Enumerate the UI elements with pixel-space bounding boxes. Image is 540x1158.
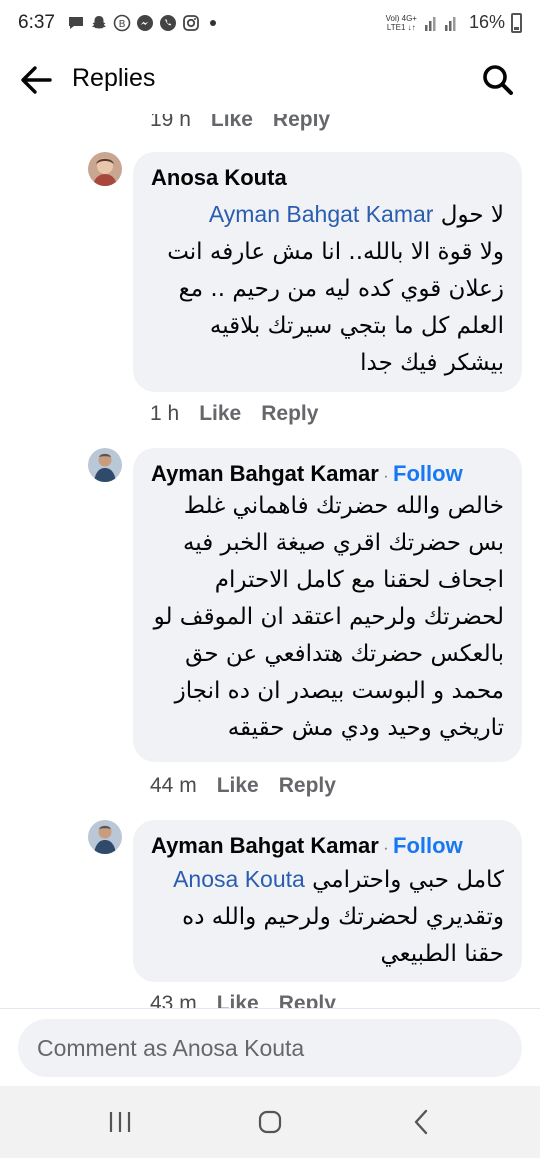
avatar[interactable] — [88, 820, 122, 854]
page-title: Replies — [72, 64, 156, 92]
separator-dot: · — [378, 840, 394, 857]
messenger-icon — [135, 13, 154, 32]
back-button[interactable] — [16, 60, 56, 100]
avatar[interactable] — [88, 448, 122, 482]
comment-composer-bar: Comment as Anosa Kouta — [0, 1008, 540, 1086]
home-button[interactable] — [250, 1104, 290, 1140]
comment-input[interactable]: Comment as Anosa Kouta — [18, 1019, 522, 1077]
comment-time: 1 h — [150, 402, 180, 425]
avatar[interactable] — [88, 152, 122, 186]
reply-button[interactable]: Reply — [261, 402, 318, 426]
mention-link[interactable]: Ayman Bahgat Kamar — [209, 201, 434, 227]
comment-actions: 44 m Like Reply — [150, 774, 336, 798]
search-icon — [483, 65, 513, 95]
comment-author[interactable]: Anosa Kouta — [151, 165, 287, 191]
comment-bubble[interactable]: Ayman Bahgat Kamar · Follow كامل حبي واح… — [133, 820, 522, 982]
comment-actions: 1 h Like Reply — [150, 402, 318, 426]
recent-apps-button[interactable] — [100, 1104, 140, 1140]
comment-bubble[interactable]: Ayman Bahgat Kamar · Follow خالص والله ح… — [133, 448, 522, 762]
arrow-left-icon — [21, 66, 52, 94]
svg-text:B: B — [118, 19, 125, 30]
comment-bubble[interactable]: Anosa Kouta لا حول Ayman Bahgat Kamar ول… — [133, 152, 522, 392]
notification-icons: B — [66, 13, 216, 32]
back-nav-button[interactable] — [402, 1104, 442, 1140]
separator-dot: · — [378, 468, 394, 485]
comment-text: خالص والله حضرتك فاهماني غلط بس حضرتك اق… — [153, 493, 504, 741]
search-button[interactable] — [478, 60, 518, 100]
comment-input-placeholder: Comment as Anosa Kouta — [37, 1035, 305, 1061]
comment-time: 19 h — [150, 114, 191, 131]
like-button[interactable]: Like — [217, 774, 259, 798]
reply-button[interactable]: Reply — [279, 774, 336, 798]
battery-percent: 16% — [468, 12, 505, 32]
comment-time: 43 m — [150, 992, 197, 1008]
battery-icon — [511, 12, 522, 33]
replies-list[interactable]: 19 h Like Reply Anosa Kouta لا حول Ayman… — [0, 114, 540, 1008]
message-bubble-icon — [66, 13, 85, 32]
signal-icon — [424, 16, 456, 31]
system-indicators: Vol) 4G+ LTE1 ↓↑ 16% — [386, 12, 522, 33]
comment-text: لا حول Ayman Bahgat Kamar ولا قوة الا با… — [167, 201, 504, 376]
like-button[interactable]: Like — [217, 992, 259, 1008]
status-bar: 6:37 B Vol) 4G+ LTE1 ↓↑ 16% — [0, 0, 540, 48]
snapchat-icon — [89, 13, 108, 32]
home-icon — [258, 1110, 282, 1134]
comment-author[interactable]: Ayman Bahgat Kamar · Follow — [151, 461, 463, 487]
top-app-bar: Replies — [0, 48, 540, 114]
comment-time: 44 m — [150, 774, 197, 797]
comment-actions: 43 m Like Reply — [150, 992, 336, 1008]
reply-button[interactable]: Reply — [279, 992, 336, 1008]
chevron-left-icon — [414, 1109, 428, 1135]
like-button[interactable]: Like — [199, 402, 241, 426]
system-navigation-bar — [0, 1086, 540, 1158]
comment-author[interactable]: Ayman Bahgat Kamar · Follow — [151, 833, 463, 859]
bitcoin-icon: B — [112, 13, 131, 32]
previous-comment-actions: 19 h Like Reply — [150, 114, 330, 132]
like-button[interactable]: Like — [211, 114, 253, 132]
status-time: 6:37 — [18, 12, 55, 33]
network-label: Vol) 4G+ LTE1 ↓↑ — [385, 13, 417, 32]
instagram-icon — [181, 13, 200, 32]
more-notifications-dot-icon — [210, 19, 216, 26]
comment-text: كامل حبي واحترامي Anosa Kouta وتقديري لح… — [173, 866, 504, 967]
mention-link[interactable]: Anosa Kouta — [173, 866, 305, 892]
reply-button[interactable]: Reply — [273, 114, 330, 132]
follow-button[interactable]: Follow — [393, 833, 463, 858]
follow-button[interactable]: Follow — [393, 461, 463, 486]
recent-apps-icon — [109, 1112, 131, 1132]
whatsapp-icon — [158, 13, 177, 32]
